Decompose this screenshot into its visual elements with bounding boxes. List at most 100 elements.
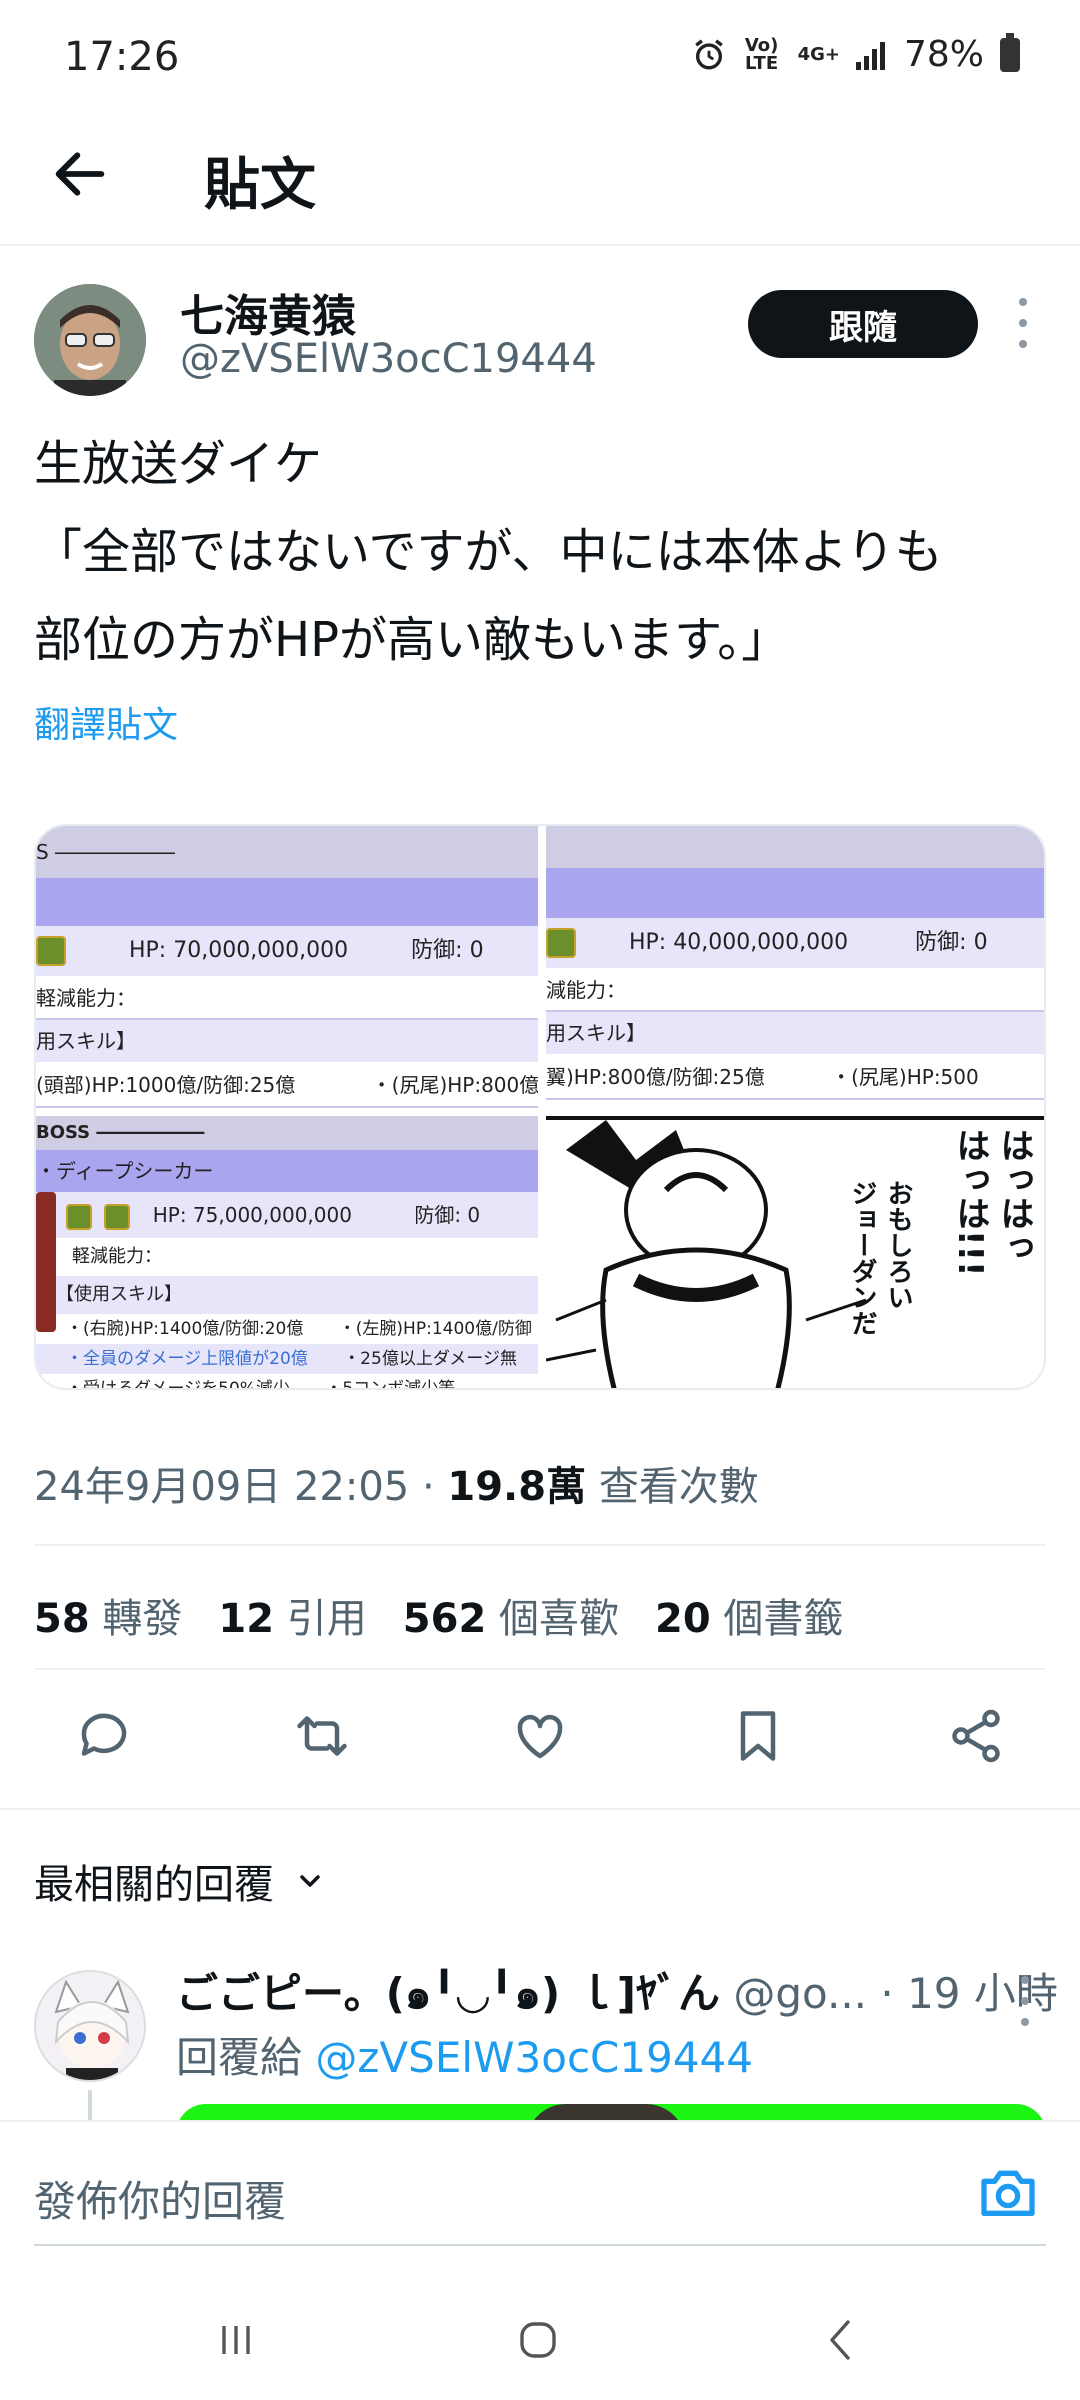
retweet-icon[interactable] bbox=[292, 1706, 352, 1766]
media-text: ・(左腕)HP:1400億/防御 bbox=[338, 1319, 532, 1339]
dot bbox=[1019, 298, 1027, 306]
media-parts-row: (頭部)HP:1000億/防御:25億 ・(尻尾)HP:800億 bbox=[36, 1062, 538, 1108]
reply-more-options-icon[interactable] bbox=[1012, 1976, 1038, 2026]
battery-percent: 78% bbox=[903, 34, 984, 75]
media-text: ・25億以上ダメージ無 bbox=[343, 1349, 517, 1369]
quotes-count: 12 bbox=[218, 1596, 275, 1642]
meta-separator: · bbox=[421, 1464, 435, 1510]
retweets-stat[interactable]: 58 轉發 bbox=[34, 1586, 182, 1644]
divider bbox=[34, 1668, 1046, 1670]
share-icon[interactable] bbox=[946, 1706, 1006, 1766]
media-image-left[interactable]: S ―――――― HP: 70,000,000,000 防御: 0 軽減能力： … bbox=[36, 826, 538, 1388]
dot bbox=[1021, 1997, 1029, 2005]
media-row: ・(右腕)HP:1400億/防御:20億 ・(左腕)HP:1400億/防御 bbox=[36, 1314, 538, 1344]
media-parts-row: 翼)HP:800億/防御:25億 ・(尻尾)HP:500 bbox=[546, 1054, 1044, 1100]
home-icon[interactable] bbox=[508, 2310, 568, 2370]
media-text: 防御: 0 bbox=[915, 930, 988, 955]
media-band bbox=[36, 878, 538, 926]
likes-label: 個喜歡 bbox=[499, 1596, 619, 1642]
reply-sort-dropdown[interactable]: 最相關的回覆 bbox=[34, 1852, 326, 1910]
media-text: 翼)HP:800億/防御:25億 bbox=[546, 1065, 765, 1089]
game-icon bbox=[36, 936, 66, 966]
views-count: 19.8萬 bbox=[447, 1464, 587, 1510]
game-icon bbox=[104, 1203, 131, 1230]
manga-text: おもしろい bbox=[883, 1180, 913, 1310]
media-text: 防御: 0 bbox=[414, 1203, 481, 1227]
media-text: (頭部)HP:1000億/防御:25億 bbox=[36, 1073, 296, 1097]
follow-button[interactable]: 跟隨 bbox=[748, 290, 978, 358]
post-text: 生放送ダイケ 「全部ではないですが、中には本体よりも 部位の方がHPが高い敵もい… bbox=[34, 436, 943, 668]
reply-to-label: 回覆給 bbox=[176, 2033, 303, 2082]
media-text: S ―――――― bbox=[36, 826, 538, 878]
game-icon bbox=[546, 928, 576, 958]
battery-icon bbox=[1000, 32, 1020, 72]
manga-text: ジョーダンだ bbox=[847, 1180, 877, 1336]
reply-to-handle[interactable]: @zVSElW3ocC19444 bbox=[315, 2033, 753, 2082]
media-row: ・受けるダメージを50%減少 ・5コンボ減少等 bbox=[36, 1374, 538, 1388]
bookmark-icon[interactable] bbox=[728, 1706, 788, 1766]
divider bbox=[0, 1808, 1080, 1810]
status-icons: Vo) LTE 4G+ 78% bbox=[692, 32, 1020, 75]
dot bbox=[1019, 319, 1027, 327]
dot bbox=[1021, 1976, 1029, 1984]
media-band bbox=[546, 826, 1044, 868]
back-arrow-icon[interactable] bbox=[48, 142, 112, 206]
reply-header: ごごピー。(๑╹◡╹๑) ｌ]ﾔﾞん @go... · 19 小時 bbox=[176, 1960, 1058, 2027]
back-nav-icon[interactable] bbox=[812, 2310, 872, 2370]
media-text: HP: 70,000,000,000 bbox=[129, 938, 349, 963]
media-row: ・全員のダメージ上限値が20億 ・25億以上ダメージ無 bbox=[36, 1344, 538, 1374]
avatar-image bbox=[36, 1972, 144, 2080]
like-icon[interactable] bbox=[510, 1706, 570, 1766]
reply-to-line: 回覆給 @zVSElW3ocC19444 bbox=[176, 2024, 753, 2085]
media-text: ・全員のダメージ上限値が20億 bbox=[66, 1349, 308, 1369]
author-avatar[interactable] bbox=[34, 284, 146, 396]
bookmarks-count: 20 bbox=[655, 1596, 711, 1642]
dot bbox=[1019, 340, 1027, 348]
reply-icon[interactable] bbox=[74, 1706, 134, 1766]
media-text: 軽減能力： bbox=[36, 976, 538, 1020]
network-indicator: 4G+ bbox=[797, 43, 840, 65]
bookmarks-label: 個書籤 bbox=[723, 1596, 844, 1642]
media-text: 防御: 0 bbox=[411, 938, 484, 963]
post-meta: 24年9月09日 22:05 · 19.8萬 查看次數 bbox=[34, 1454, 759, 1512]
reply-sort-label: 最相關的回覆 bbox=[34, 1862, 274, 1908]
media-text: ・(右腕)HP:1400億/防御:20億 bbox=[66, 1319, 304, 1339]
author-handle[interactable]: @zVSElW3ocC19444 bbox=[180, 336, 597, 382]
volte-indicator: Vo) LTE bbox=[744, 34, 779, 74]
status-time: 17:26 bbox=[64, 34, 180, 80]
post-media[interactable]: S ―――――― HP: 70,000,000,000 防御: 0 軽減能力： … bbox=[34, 824, 1046, 1390]
media-image-right[interactable]: HP: 40,000,000,000 防御: 0 減能力： 用スキル】 翼)HP… bbox=[546, 826, 1044, 1388]
quotes-stat[interactable]: 12 引用 bbox=[218, 1586, 366, 1644]
retweets-label: 轉發 bbox=[102, 1596, 183, 1642]
media-text: 用スキル】 bbox=[546, 1012, 1044, 1054]
media-text: 減能力： bbox=[546, 968, 1044, 1012]
page-title: 貼文 bbox=[204, 153, 316, 218]
media-text: ・受けるダメージを50%減少 bbox=[66, 1379, 290, 1388]
likes-stat[interactable]: 562 個喜歡 bbox=[403, 1586, 619, 1644]
chevron-down-icon bbox=[300, 1875, 320, 1887]
manga-text: はっはっ bbox=[994, 1128, 1034, 1264]
media-hp-row: HP: 40,000,000,000 防御: 0 bbox=[546, 918, 1044, 968]
reply-avatar[interactable] bbox=[34, 1970, 146, 2082]
media-text: 用スキル】 bbox=[36, 1020, 538, 1062]
more-options-icon[interactable] bbox=[1010, 298, 1036, 348]
top-app-bar: 貼文 bbox=[0, 120, 1080, 246]
media-text: ・(尻尾)HP:500 bbox=[831, 1065, 979, 1089]
manga-panel: はっはっ はっは!!! おもしろい ジョーダンだ bbox=[546, 1116, 1044, 1388]
reply-input[interactable]: 發佈你的回覆 bbox=[34, 2168, 286, 2229]
bookmarks-stat[interactable]: 20 個書籤 bbox=[655, 1586, 843, 1644]
author-name[interactable]: 七海黄猿 bbox=[180, 280, 356, 344]
translate-post-link[interactable]: 翻譯貼文 bbox=[34, 696, 178, 748]
dot bbox=[1021, 2018, 1029, 2026]
recent-apps-icon[interactable] bbox=[206, 2310, 266, 2370]
character-thumbnail bbox=[36, 1192, 56, 1332]
alarm-icon bbox=[694, 38, 723, 69]
camera-icon[interactable] bbox=[976, 2160, 1040, 2224]
post-stats: 58 轉發 12 引用 562 個喜歡 20 個書籤 bbox=[34, 1586, 843, 1644]
reply-author-name[interactable]: ごごピー。(๑╹◡╹๑) ｌ]ﾔﾞん bbox=[176, 1969, 720, 2018]
manga-drawing bbox=[546, 1120, 867, 1388]
media-text: ・ディープシーカー bbox=[36, 1150, 538, 1192]
reply-author-handle[interactable]: @go... bbox=[733, 1969, 867, 2018]
signal-icon bbox=[855, 41, 885, 70]
media-text: HP: 40,000,000,000 bbox=[629, 930, 849, 955]
